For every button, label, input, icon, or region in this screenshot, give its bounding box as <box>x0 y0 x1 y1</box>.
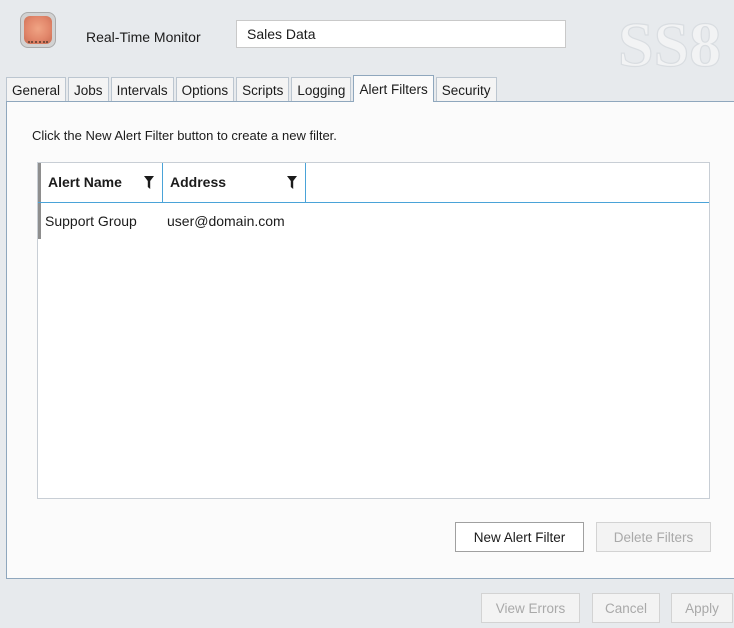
tab-alert-filters[interactable]: Alert Filters <box>353 75 434 102</box>
monitor-name-input[interactable] <box>236 20 566 48</box>
alert-filter-table: Alert Name Address Support Group user@do… <box>37 162 710 499</box>
cancel-button[interactable]: Cancel <box>592 593 660 623</box>
tab-intervals[interactable]: Intervals <box>110 77 174 102</box>
column-header-address[interactable]: Address <box>163 163 306 202</box>
row-indicator <box>38 203 41 239</box>
column-header-label: Address <box>170 174 227 190</box>
tab-scripts[interactable]: Scripts <box>236 77 290 102</box>
funnel-icon[interactable] <box>144 176 154 189</box>
instruction-text: Click the New Alert Filter button to cre… <box>32 128 337 143</box>
tab-general[interactable]: General <box>6 77 67 102</box>
tab-strip: General Jobs Intervals Options Scripts Loggin… <box>6 75 499 102</box>
svg-text:SS8: SS8 <box>618 9 721 80</box>
cell-alert-name: Support Group <box>45 213 137 229</box>
cell-address: user@domain.com <box>167 213 285 229</box>
product-label: Real-Time Monitor <box>86 29 201 45</box>
view-errors-button[interactable]: View Errors <box>481 593 580 623</box>
table-header: Alert Name Address <box>38 163 709 203</box>
gauge-icon <box>24 16 52 44</box>
funnel-icon[interactable] <box>287 176 297 189</box>
watermark-logo: SS8 <box>617 8 721 80</box>
column-header-alert-name[interactable]: Alert Name <box>38 163 163 202</box>
tab-jobs[interactable]: Jobs <box>68 77 109 102</box>
table-row[interactable]: Support Group user@domain.com <box>38 203 709 239</box>
tab-security[interactable]: Security <box>435 77 497 102</box>
apply-button[interactable]: Apply <box>671 593 733 623</box>
tab-logging[interactable]: Logging <box>291 77 352 102</box>
column-header-label: Alert Name <box>48 174 122 190</box>
app-icon <box>20 12 56 48</box>
delete-filters-button[interactable]: Delete Filters <box>596 522 711 552</box>
tab-options[interactable]: Options <box>175 77 235 102</box>
new-alert-filter-button[interactable]: New Alert Filter <box>455 522 584 552</box>
